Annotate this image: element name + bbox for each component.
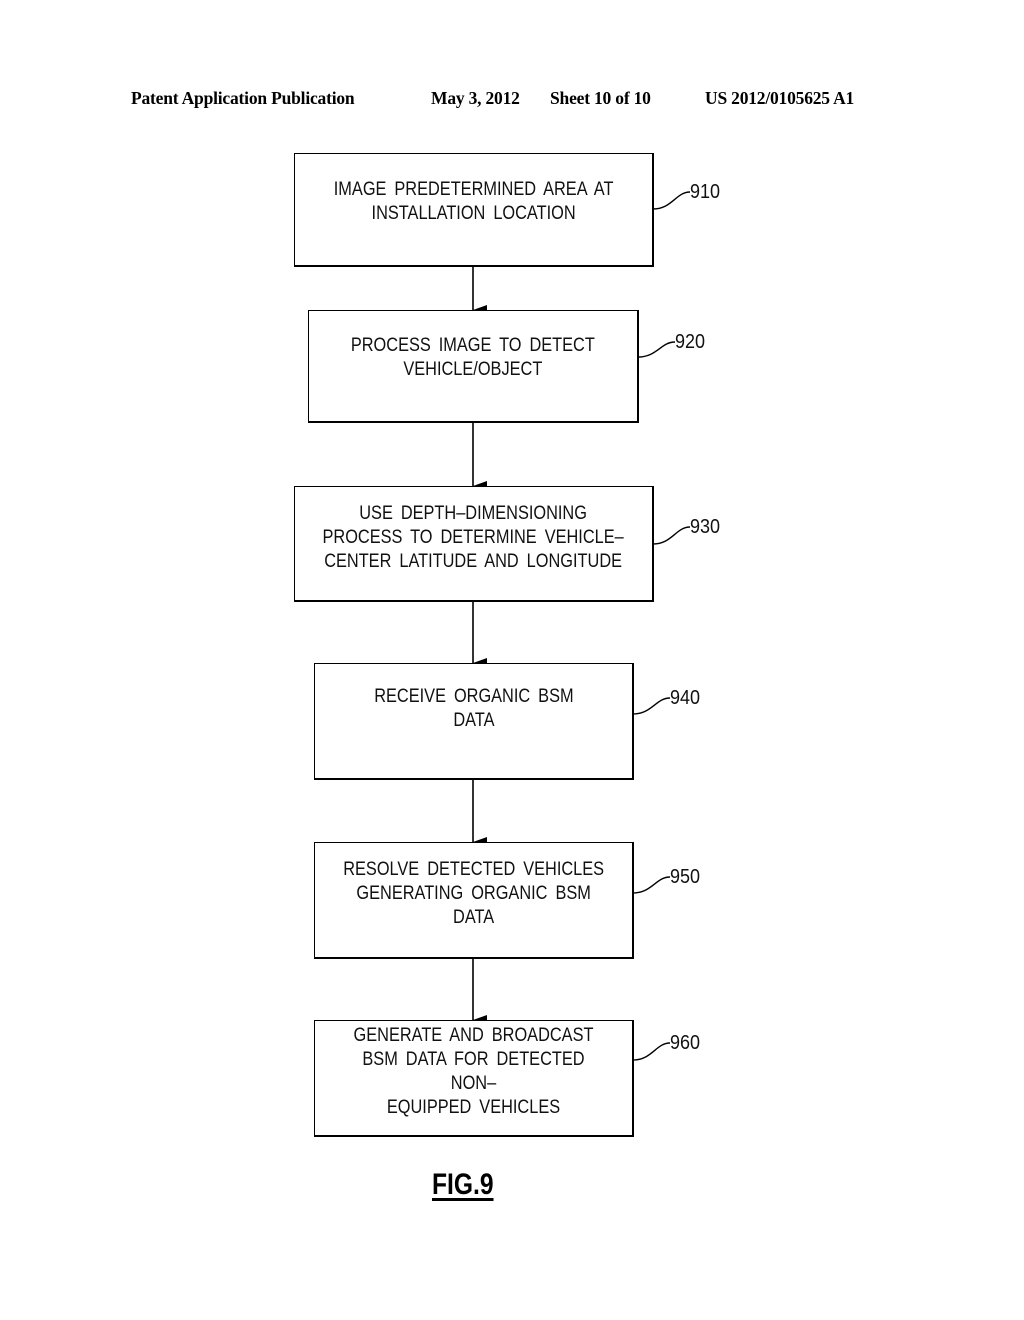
figure-label: FIG.9 (432, 1168, 494, 1201)
leader-950 (632, 876, 671, 894)
sheet-number: Sheet 10 of 10 (550, 88, 651, 108)
page-header: Patent Application Publication May 3, 20… (0, 88, 1024, 114)
step-text-940: RECEIVE ORGANIC BSM DATA (373, 686, 574, 731)
ref-label-920: 920 (675, 331, 706, 353)
step-box-920: PROCESS IMAGE TO DETECT VEHICLE/OBJECT (308, 310, 639, 423)
leader-940 (632, 697, 671, 715)
leader-910 (652, 191, 691, 210)
step-text-950: RESOLVE DETECTED VEHICLES GENERATING ORG… (343, 859, 604, 928)
ref-label-940: 940 (670, 687, 701, 709)
ref-label-910: 910 (690, 181, 721, 203)
step-text-920: PROCESS IMAGE TO DETECT VEHICLE/OBJECT (351, 335, 595, 380)
patent-number: US 2012/0105625 A1 (705, 88, 855, 108)
ref-label-930: 930 (690, 516, 721, 538)
step-box-910: IMAGE PREDETERMINED AREA AT INSTALLATION… (294, 153, 654, 267)
publication-date: May 3, 2012 (431, 88, 520, 108)
leader-930 (652, 526, 691, 545)
step-box-940: RECEIVE ORGANIC BSM DATA (314, 663, 634, 780)
step-box-960: GENERATE AND BROADCAST BSM DATA FOR DETE… (314, 1020, 634, 1137)
publication-title: Patent Application Publication (131, 88, 355, 108)
step-box-950: RESOLVE DETECTED VEHICLES GENERATING ORG… (314, 842, 634, 959)
leader-960 (632, 1042, 671, 1061)
ref-label-960: 960 (670, 1032, 701, 1054)
step-text-910: IMAGE PREDETERMINED AREA AT INSTALLATION… (333, 178, 614, 224)
step-box-930: USE DEPTH–DIMENSIONING PROCESS TO DETERM… (294, 486, 654, 602)
leader-920 (637, 341, 676, 358)
ref-label-950: 950 (670, 866, 701, 888)
step-text-960: GENERATE AND BROADCAST BSM DATA FOR DETE… (353, 1025, 594, 1118)
step-text-930: USE DEPTH–DIMENSIONING PROCESS TO DETERM… (322, 502, 625, 572)
